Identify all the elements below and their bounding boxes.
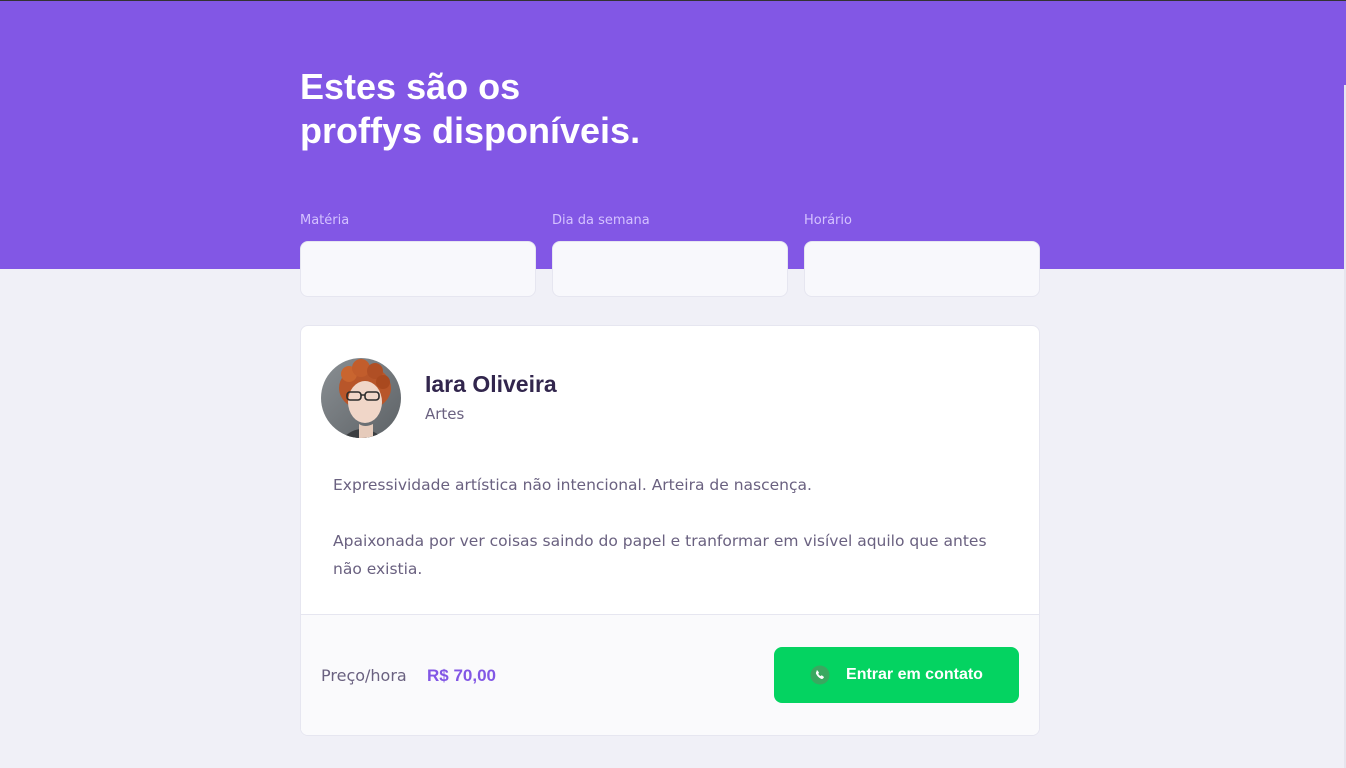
avatar-photo (321, 358, 401, 438)
filter-subject-label: Matéria (300, 213, 350, 228)
teacher-subject: Artes (425, 405, 465, 423)
filter-weekday-input[interactable] (552, 241, 788, 297)
price-value: R$ 70,00 (427, 666, 496, 685)
filter-time: Horário (804, 212, 1040, 297)
contact-button[interactable]: Entrar em contato (774, 647, 1019, 703)
filter-subject-input[interactable] (300, 241, 536, 297)
filter-weekday-label: Dia da semana (552, 213, 650, 228)
teacher-bio: Expressividade artística não intencional… (333, 471, 993, 583)
teacher-card: Iara Oliveira Artes Expressividade artís… (300, 325, 1040, 736)
teacher-avatar (321, 358, 401, 438)
teacher-bio-paragraph: Apaixonada por ver coisas saindo do pape… (333, 532, 987, 578)
filter-subject: Matéria (300, 212, 536, 297)
contact-button-label: Entrar em contato (846, 666, 983, 683)
page-title-line-1: Estes são os (300, 66, 521, 107)
filter-time-label: Horário (804, 213, 852, 228)
whatsapp-icon (810, 665, 830, 685)
teacher-bio-paragraph: Expressividade artística não intencional… (333, 476, 812, 494)
teacher-name: Iara Oliveira (425, 371, 557, 397)
filter-time-input[interactable] (804, 241, 1040, 297)
filter-weekday: Dia da semana (552, 212, 788, 297)
page-title: Estes são os proffys disponíveis. (300, 65, 700, 153)
teacher-card-footer: Preço/hora R$ 70,00 Entrar em contato (301, 614, 1039, 735)
search-filters: Matéria Dia da semana Horário (300, 212, 1040, 298)
page-title-line-2: proffys disponíveis. (300, 110, 641, 151)
price-label: Preço/hora (321, 666, 407, 685)
